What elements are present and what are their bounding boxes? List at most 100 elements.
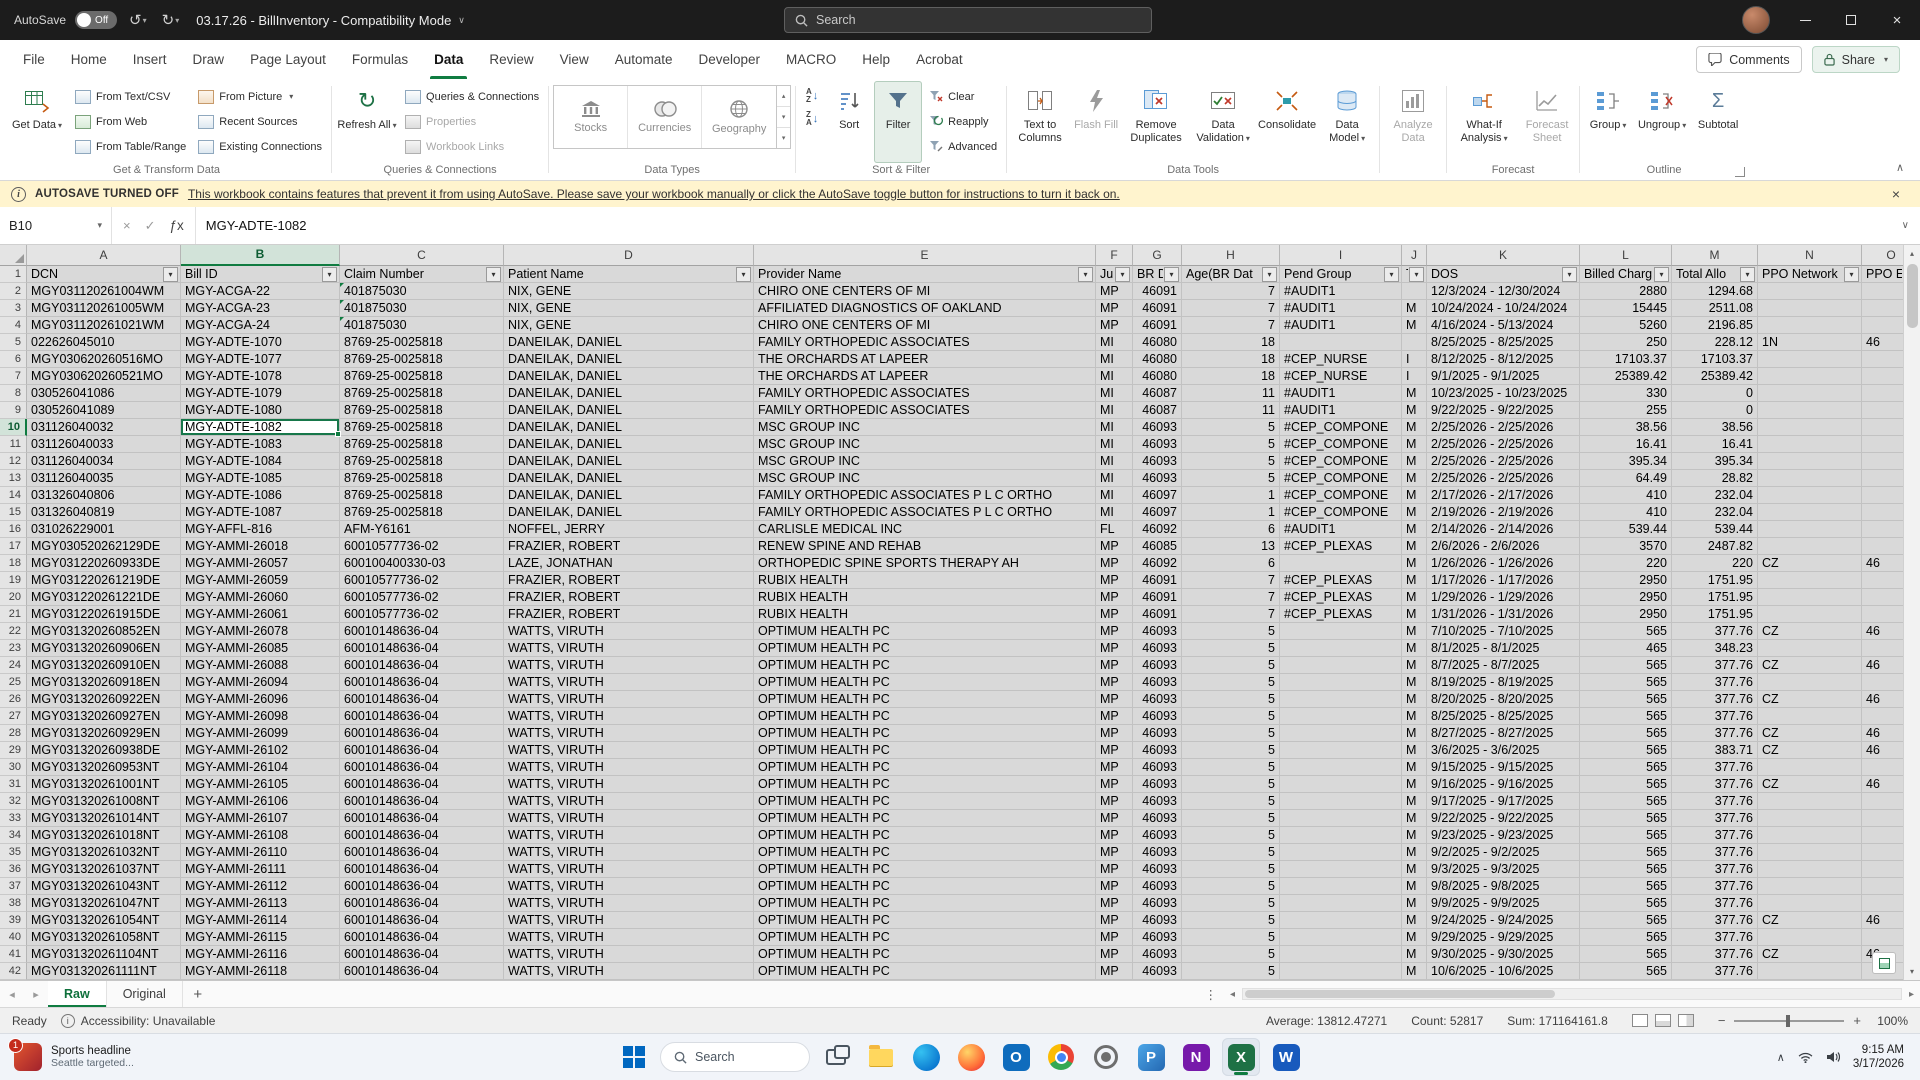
cell-D25[interactable]: WATTS, VIRUTH [504,674,754,691]
row-header-20[interactable]: 20 [0,589,27,606]
cell-E8[interactable]: FAMILY ORTHOPEDIC ASSOCIATES [754,385,1096,402]
reapply-filter-button[interactable]: Reapply [924,109,1002,134]
row-header-40[interactable]: 40 [0,929,27,946]
field-header-C1[interactable]: Claim Number▾ [340,266,504,283]
cell-G40[interactable]: 46093 [1133,929,1182,946]
ribbon-tab-automate[interactable]: Automate [602,40,686,79]
cell-G3[interactable]: 46091 [1133,300,1182,317]
maximize-button[interactable] [1828,0,1874,40]
cell-B29[interactable]: MGY-AMMI-26102 [181,742,340,759]
cell-D6[interactable]: DANEILAK, DANIEL [504,351,754,368]
cell-E40[interactable]: OPTIMUM HEALTH PC [754,929,1096,946]
cell-J26[interactable]: M [1402,691,1427,708]
cell-K10[interactable]: 2/25/2026 - 2/25/2026 [1427,419,1580,436]
cell-B9[interactable]: MGY-ADTE-1080 [181,402,340,419]
cell-G32[interactable]: 46093 [1133,793,1182,810]
cell-I19[interactable]: #CEP_PLEXAS [1280,572,1402,589]
column-header-L[interactable]: L [1580,245,1672,266]
cell-L38[interactable]: 565 [1580,895,1672,912]
cell-H11[interactable]: 5 [1182,436,1280,453]
file-explorer-button[interactable] [862,1038,900,1076]
cell-D40[interactable]: WATTS, VIRUTH [504,929,754,946]
cell-L28[interactable]: 565 [1580,725,1672,742]
cell-L15[interactable]: 410 [1580,504,1672,521]
cell-I27[interactable] [1280,708,1402,725]
cell-A30[interactable]: MGY031320260953NT [27,759,181,776]
cell-L14[interactable]: 410 [1580,487,1672,504]
cell-D32[interactable]: WATTS, VIRUTH [504,793,754,810]
cell-F16[interactable]: FL [1096,521,1133,538]
cell-L40[interactable]: 565 [1580,929,1672,946]
cell-D14[interactable]: DANEILAK, DANIEL [504,487,754,504]
cell-C8[interactable]: 8769-25-0025818 [340,385,504,402]
cell-B21[interactable]: MGY-AMMI-26061 [181,606,340,623]
cell-G17[interactable]: 46085 [1133,538,1182,555]
cell-B24[interactable]: MGY-AMMI-26088 [181,657,340,674]
cell-M27[interactable]: 377.76 [1672,708,1758,725]
cell-A6[interactable]: MGY030620260516MO [27,351,181,368]
cell-C5[interactable]: 8769-25-0025818 [340,334,504,351]
cell-D10[interactable]: DANEILAK, DANIEL [504,419,754,436]
cell-I39[interactable] [1280,912,1402,929]
cell-D4[interactable]: NIX, GENE [504,317,754,334]
properties-button[interactable]: Properties [400,109,544,134]
cell-B28[interactable]: MGY-AMMI-26099 [181,725,340,742]
text-to-columns-button[interactable]: Text to Columns [1011,81,1069,163]
cell-G23[interactable]: 46093 [1133,640,1182,657]
row-header-38[interactable]: 38 [0,895,27,912]
cell-G18[interactable]: 46092 [1133,555,1182,572]
cell-C28[interactable]: 60010148636-04 [340,725,504,742]
cell-A23[interactable]: MGY031320260906EN [27,640,181,657]
cell-A28[interactable]: MGY031320260929EN [27,725,181,742]
cell-M28[interactable]: 377.76 [1672,725,1758,742]
cell-A32[interactable]: MGY031320261008NT [27,793,181,810]
expand-formula-bar-button[interactable]: ∨ [1891,220,1920,231]
cell-G20[interactable]: 46091 [1133,589,1182,606]
cell-K3[interactable]: 10/24/2024 - 10/24/2024 [1427,300,1580,317]
cell-L27[interactable]: 565 [1580,708,1672,725]
cell-F7[interactable]: MI [1096,368,1133,385]
cell-M11[interactable]: 16.41 [1672,436,1758,453]
cell-G15[interactable]: 46097 [1133,504,1182,521]
cell-F6[interactable]: MI [1096,351,1133,368]
cell-G25[interactable]: 46093 [1133,674,1182,691]
cell-G31[interactable]: 46093 [1133,776,1182,793]
column-header-C[interactable]: C [340,245,504,266]
cell-N33[interactable] [1758,810,1862,827]
cell-L33[interactable]: 565 [1580,810,1672,827]
cell-K26[interactable]: 8/20/2025 - 8/20/2025 [1427,691,1580,708]
cell-H27[interactable]: 5 [1182,708,1280,725]
column-header-H[interactable]: H [1182,245,1280,266]
excel-button[interactable]: X [1222,1038,1260,1076]
cell-D31[interactable]: WATTS, VIRUTH [504,776,754,793]
cell-J36[interactable]: M [1402,861,1427,878]
cell-I36[interactable] [1280,861,1402,878]
cell-G22[interactable]: 46093 [1133,623,1182,640]
from-picture-button[interactable]: From Picture▾ [193,84,327,109]
cell-A15[interactable]: 031326040819 [27,504,181,521]
cell-J5[interactable] [1402,334,1427,351]
cell-E35[interactable]: OPTIMUM HEALTH PC [754,844,1096,861]
cell-G42[interactable]: 46093 [1133,963,1182,980]
cell-J21[interactable]: M [1402,606,1427,623]
cell-J40[interactable]: M [1402,929,1427,946]
cell-E16[interactable]: CARLISLE MEDICAL INC [754,521,1096,538]
cell-H16[interactable]: 6 [1182,521,1280,538]
cell-L20[interactable]: 2950 [1580,589,1672,606]
cell-C32[interactable]: 60010148636-04 [340,793,504,810]
cell-L37[interactable]: 565 [1580,878,1672,895]
ribbon-tab-page-layout[interactable]: Page Layout [237,40,339,79]
cell-G10[interactable]: 46093 [1133,419,1182,436]
sort-ascending-button[interactable]: AZ↓ [800,84,824,107]
cell-C22[interactable]: 60010148636-04 [340,623,504,640]
row-header-8[interactable]: 8 [0,385,27,402]
cell-L21[interactable]: 2950 [1580,606,1672,623]
cell-E4[interactable]: CHIRO ONE CENTERS OF MI [754,317,1096,334]
cell-B38[interactable]: MGY-AMMI-26113 [181,895,340,912]
page-break-view-button[interactable] [1678,1014,1694,1027]
cell-A7[interactable]: MGY030620260521MO [27,368,181,385]
cell-D26[interactable]: WATTS, VIRUTH [504,691,754,708]
cell-H15[interactable]: 1 [1182,504,1280,521]
cell-N7[interactable] [1758,368,1862,385]
filter-dropdown-button[interactable]: ▾ [1409,267,1424,282]
